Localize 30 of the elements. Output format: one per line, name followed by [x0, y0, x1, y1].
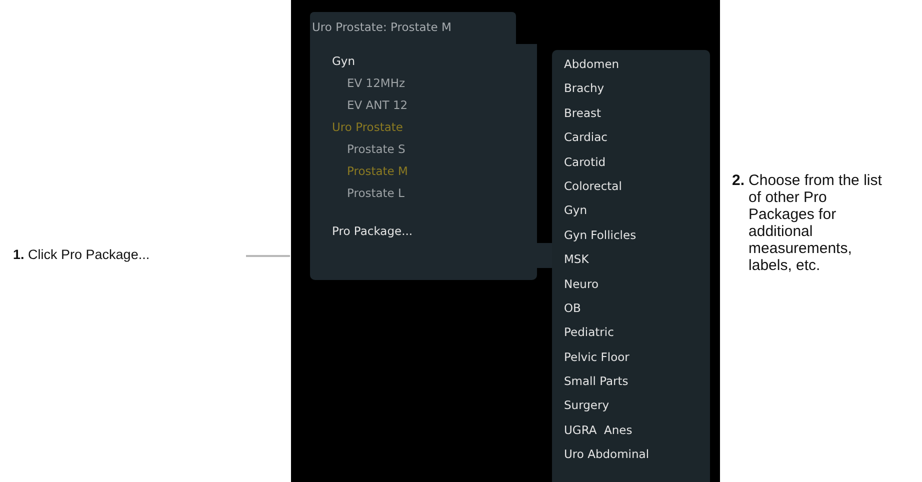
submenu-item[interactable]: Gyn [552, 198, 710, 223]
submenu-item[interactable]: MSK [552, 247, 710, 272]
menu-item[interactable]: Prostate M [310, 160, 537, 182]
menu-item[interactable]: EV ANT 12 [310, 94, 537, 116]
leader-line [246, 255, 290, 257]
step-number: 2. [732, 172, 745, 191]
submenu-item[interactable]: Colorectal [552, 174, 710, 198]
submenu-item[interactable]: Small Parts [552, 369, 710, 394]
submenu-item[interactable]: Brachy [552, 76, 710, 101]
submenu-item[interactable]: Breast [552, 100, 710, 126]
submenu-item[interactable]: Uro Abdominal [552, 442, 710, 467]
submenu-item[interactable]: UGRA Anes [552, 418, 710, 442]
submenu-item[interactable]: Gyn Follicles [552, 222, 710, 248]
submenu-item[interactable]: Cardiac [552, 125, 710, 150]
menu-item[interactable]: Gyn [310, 50, 537, 72]
submenu-item[interactable]: Surgery [552, 393, 710, 418]
menu-item[interactable]: Uro Prostate [310, 116, 537, 138]
menu-item[interactable]: Prostate L [310, 182, 537, 204]
submenu-item[interactable]: Abdomen [552, 52, 710, 76]
submenu-item[interactable]: Neuro [552, 272, 710, 296]
callout-text: Choose from the list of other Pro Packages for additional measurements, labels, etc. [748, 172, 883, 276]
submenu-item[interactable]: Pelvic Floor [552, 344, 710, 370]
submenu-item[interactable]: OB [552, 296, 710, 320]
submenu-item[interactable]: Pediatric [552, 320, 710, 345]
callout-text: 1. Click Pro Package... [12, 247, 151, 262]
menu-item[interactable]: Prostate S [310, 138, 537, 160]
menu-item[interactable]: EV 12MHz [310, 72, 537, 94]
submenu-item[interactable]: Carotid [552, 150, 710, 174]
menu-item[interactable]: Pro Package... [310, 220, 537, 242]
menu-title: Uro Prostate: Prostate M [310, 12, 516, 44]
